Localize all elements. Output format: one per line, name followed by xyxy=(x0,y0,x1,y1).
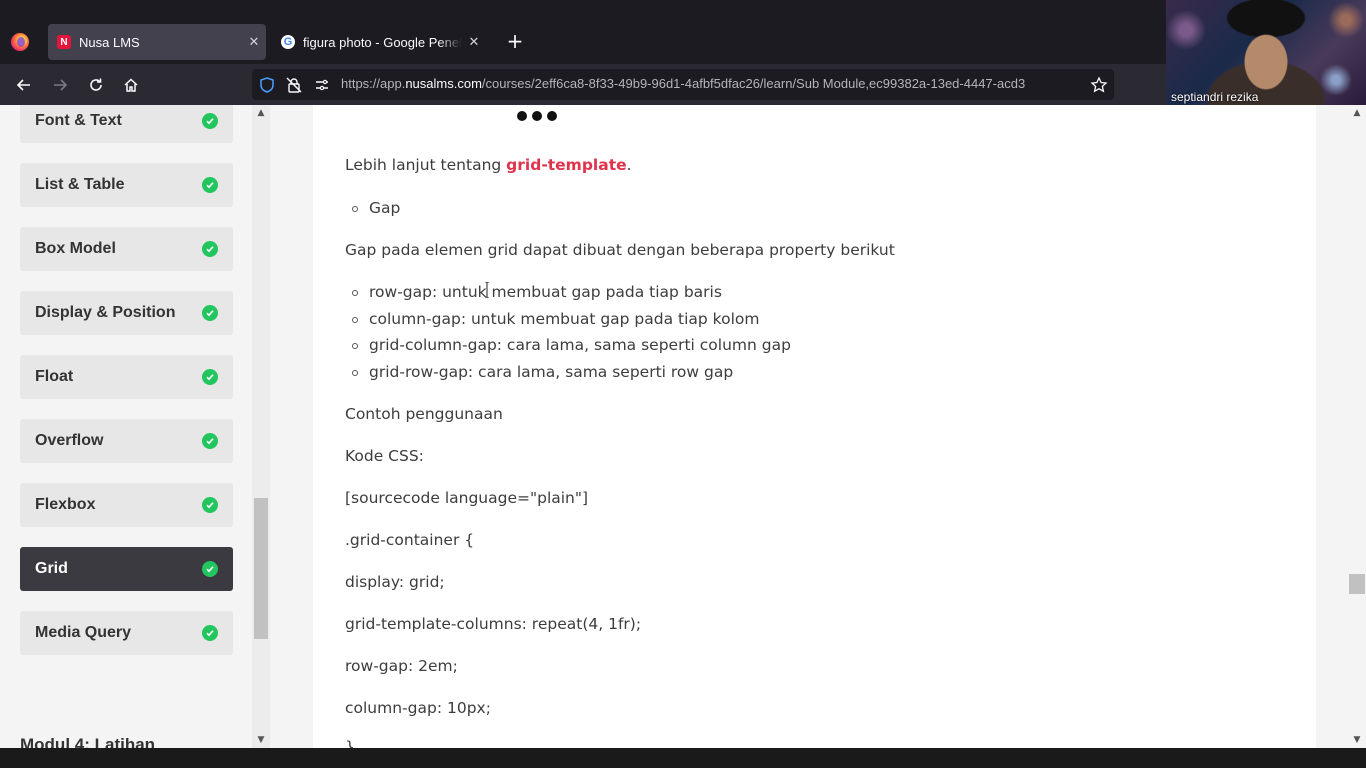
sidebar-item-box-model[interactable]: Box Model xyxy=(20,227,233,271)
back-button[interactable] xyxy=(11,72,37,98)
scroll-down-icon[interactable]: ▼ xyxy=(1352,735,1362,745)
list-item: row-gap: untuk membuat gap pada tiap bar… xyxy=(369,283,722,301)
sidebar-item-list-table[interactable]: List & Table xyxy=(20,163,233,207)
list-bullet-icon xyxy=(352,206,358,212)
check-circle-icon xyxy=(202,177,218,193)
sidebar-item-overflow[interactable]: Overflow xyxy=(20,419,233,463)
arrow-right-icon xyxy=(54,79,68,91)
more-suffix: . xyxy=(626,156,632,174)
taskbar xyxy=(0,748,1366,768)
tab-title: figura photo - Google Penelusu xyxy=(303,34,462,50)
reload-icon xyxy=(90,78,102,91)
text-cursor-icon xyxy=(485,282,489,298)
sidebar-item-label: Media Query xyxy=(35,624,132,641)
gap-heading: Gap xyxy=(369,199,401,217)
new-tab-button[interactable]: + xyxy=(504,30,526,52)
close-tab-icon[interactable]: ✕ xyxy=(242,34,266,50)
sidebar-item-label: Box Model xyxy=(35,240,116,257)
list-item: grid-row-gap: cara lama, sama seperti ro… xyxy=(369,363,734,381)
webcam-participant-name: septiandri rezika xyxy=(1171,90,1259,104)
code-line: grid-template-columns: repeat(4, 1fr); xyxy=(345,615,642,633)
gap-intro: Gap pada elemen grid dapat dibuat dengan… xyxy=(345,241,895,259)
check-circle-icon xyxy=(202,113,218,129)
scroll-down-icon[interactable]: ▼ xyxy=(256,735,266,745)
sidebar-item-media-query[interactable]: Media Query xyxy=(20,611,233,655)
home-button[interactable] xyxy=(118,72,144,98)
code-line: row-gap: 2em; xyxy=(345,657,458,675)
sidebar-item-label: Float xyxy=(35,368,74,385)
scroll-up-icon[interactable]: ▲ xyxy=(256,108,266,118)
url-domain: nusalms.com xyxy=(405,76,482,91)
bookmark-star-icon[interactable] xyxy=(1090,76,1108,94)
example-label: Contoh penggunaan xyxy=(345,405,503,423)
browser-tab-bar: N Nusa LMS ✕ G figura photo - Google Pen… xyxy=(0,0,1366,64)
page-viewport: Font & Text List & Table Box Model Displ… xyxy=(0,105,1366,748)
sidebar-scrollbar[interactable]: ▲ ▼ xyxy=(252,105,270,748)
url-text[interactable]: https://app.nusalms.com/courses/2eff6ca8… xyxy=(341,76,1083,91)
next-module-heading[interactable]: Modul 4: Latihan xyxy=(20,735,155,748)
firefox-logo-icon[interactable] xyxy=(11,33,29,51)
lock-icon[interactable] xyxy=(285,76,303,94)
sidebar-item-label: List & Table xyxy=(35,176,125,193)
sidebar-item-label: Display & Position xyxy=(35,304,176,321)
more-about-paragraph: Lebih lanjut tentang grid-template. xyxy=(345,156,632,174)
scroll-up-icon[interactable]: ▲ xyxy=(1352,108,1362,118)
shield-icon[interactable] xyxy=(258,76,276,94)
sidebar-item-font-text[interactable]: Font & Text xyxy=(20,105,233,143)
arrow-left-icon xyxy=(16,79,30,91)
nusa-favicon-icon: N xyxy=(57,35,71,49)
sidebar-item-label: Overflow xyxy=(35,432,104,449)
check-circle-icon xyxy=(202,561,218,577)
sidebar-item-float[interactable]: Float xyxy=(20,355,233,399)
check-circle-icon xyxy=(202,433,218,449)
ellipsis-icon xyxy=(517,111,557,121)
list-bullet-icon xyxy=(352,290,358,296)
sidebar-item-label: Font & Text xyxy=(35,112,122,129)
google-favicon-icon: G xyxy=(281,35,295,49)
content-scroll-thumb[interactable] xyxy=(1349,574,1365,594)
content-scrollbar[interactable]: ▲ ▼ xyxy=(1348,105,1366,748)
list-bullet-icon xyxy=(352,343,358,349)
close-tab-icon[interactable]: ✕ xyxy=(462,34,486,50)
reload-button[interactable] xyxy=(83,72,109,98)
code-line: } xyxy=(345,738,355,748)
sidebar-item-grid[interactable]: Grid xyxy=(20,547,233,591)
check-circle-icon xyxy=(202,305,218,321)
sidebar-item-label: Flexbox xyxy=(35,496,96,513)
css-code-label: Kode CSS: xyxy=(345,447,424,465)
forward-button[interactable] xyxy=(47,72,73,98)
check-circle-icon xyxy=(202,497,218,513)
sidebar-scroll-thumb[interactable] xyxy=(254,498,268,639)
tab-google-search[interactable]: G figura photo - Google Penelusu ✕ xyxy=(272,24,486,60)
sidebar-item-display-position[interactable]: Display & Position xyxy=(20,291,233,335)
list-item: column-gap: untuk membuat gap pada tiap … xyxy=(369,310,760,328)
tab-nusa-lms[interactable]: N Nusa LMS ✕ xyxy=(48,24,266,60)
list-bullet-icon xyxy=(352,370,358,376)
permissions-icon[interactable] xyxy=(313,76,331,94)
code-line: column-gap: 10px; xyxy=(345,699,491,717)
more-prefix: Lebih lanjut tentang xyxy=(345,156,507,174)
code-line: .grid-container { xyxy=(345,531,475,549)
url-bar[interactable]: https://app.nusalms.com/courses/2eff6ca8… xyxy=(252,69,1114,100)
sidebar-item-flexbox[interactable]: Flexbox xyxy=(20,483,233,527)
sidebar-item-label: Grid xyxy=(35,560,68,577)
code-line: display: grid; xyxy=(345,573,445,591)
check-circle-icon xyxy=(202,625,218,641)
grid-template-link[interactable]: grid-template xyxy=(506,156,626,174)
check-circle-icon xyxy=(202,369,218,385)
tab-title: Nusa LMS xyxy=(79,34,140,50)
list-bullet-icon xyxy=(352,317,358,323)
home-icon xyxy=(124,78,138,92)
window-top-strip xyxy=(0,0,1366,22)
list-item: grid-column-gap: cara lama, sama seperti… xyxy=(369,336,791,354)
webcam-overlay: septiandri rezika xyxy=(1166,0,1366,106)
lesson-content: Lebih lanjut tentang grid-template. Gap … xyxy=(313,105,1316,748)
course-sidebar: Font & Text List & Table Box Model Displ… xyxy=(0,105,270,748)
url-prefix: https://app. xyxy=(341,76,406,91)
code-line: [sourcecode language="plain"] xyxy=(345,489,589,507)
check-circle-icon xyxy=(202,241,218,257)
url-path: /courses/2eff6ca8-8f33-49b9-96d1-4afbf5d… xyxy=(481,76,1026,91)
